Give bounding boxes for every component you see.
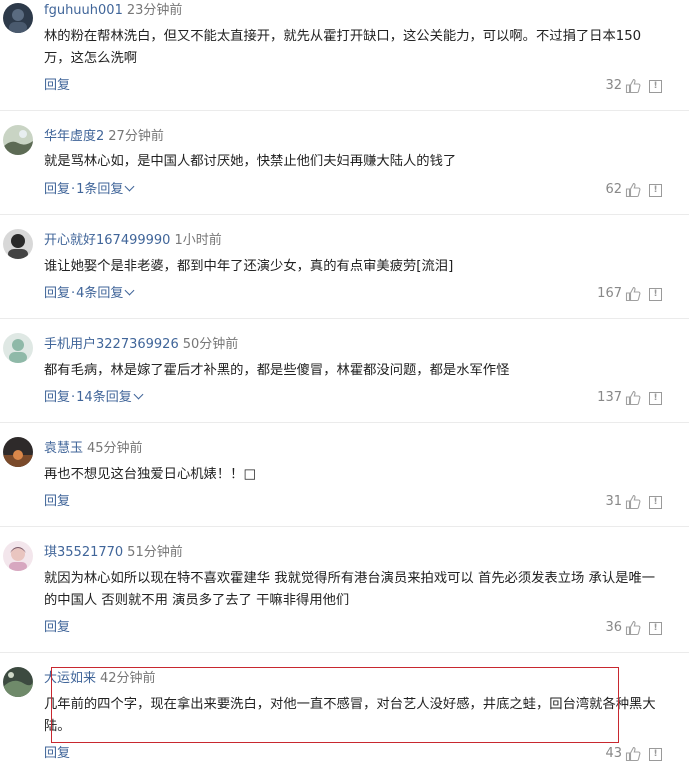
avatar[interactable] <box>3 125 33 155</box>
comment-actions: 回复·1条回复 <box>44 181 135 199</box>
separator-dot: · <box>71 182 76 197</box>
timestamp: 23分钟前 <box>126 3 183 18</box>
username[interactable]: fguhuuh001 <box>44 3 123 18</box>
comment-actions: 回复·14条回复 <box>44 389 144 407</box>
report-icon[interactable]: ! <box>649 622 662 635</box>
report-icon[interactable]: ! <box>649 748 662 761</box>
thumbs-up-icon <box>625 620 641 636</box>
comment-actions: 回复·4条回复 <box>44 285 135 303</box>
report-icon[interactable]: ! <box>649 184 662 197</box>
avatar-image <box>3 229 33 259</box>
avatar-image <box>3 333 33 363</box>
like-count: 167 <box>597 286 622 301</box>
chevron-down-icon <box>124 285 135 296</box>
reply-button[interactable]: 回复 <box>44 494 70 509</box>
reply-button[interactable]: 回复 <box>44 78 70 93</box>
timestamp: 45分钟前 <box>87 441 143 456</box>
comment-text: 就因为林心如所以现在特不喜欢霍建华 我就觉得所有港台演员来拍戏可以 首先必须发表… <box>44 571 656 608</box>
timestamp: 1小时前 <box>174 233 222 248</box>
like-button[interactable]: 167 <box>597 285 641 303</box>
like-count: 31 <box>605 494 622 509</box>
comment-text: 林的粉在帮林洗白，但又不能太直接开，就先从霍打开缺口，这公关能力，可以啊。不过捐… <box>44 29 642 66</box>
comment-meta: 华年虚度2 27分钟前 <box>44 128 164 146</box>
view-replies-button[interactable]: 14条回复 <box>76 390 132 405</box>
timestamp: 50分钟前 <box>182 337 239 352</box>
reply-button[interactable]: 回复 <box>44 746 70 761</box>
username[interactable]: 琪35521770 <box>44 545 123 560</box>
like-count: 62 <box>605 182 622 197</box>
report-icon[interactable]: ! <box>649 80 662 93</box>
divider <box>0 422 689 423</box>
comment-text: 再也不想见这台独爱日心机婊！！□ <box>44 467 257 482</box>
report-icon[interactable]: ! <box>649 392 662 405</box>
like-button[interactable]: 43 <box>605 745 641 763</box>
comment-actions: 回复 <box>44 77 70 95</box>
comment-actions: 回复 <box>44 493 70 511</box>
separator-dot: · <box>71 286 76 301</box>
comment-text: 谁让她娶个是非老婆，都到中年了还演少女，真的有点审美疲劳[流泪] <box>44 259 454 274</box>
report-icon[interactable]: ! <box>649 288 662 301</box>
avatar-image <box>3 3 33 33</box>
highlight-box <box>51 667 619 743</box>
comment-meta: 手机用户3227369926 50分钟前 <box>44 336 238 354</box>
divider <box>0 652 689 653</box>
divider <box>0 214 689 215</box>
avatar-image <box>3 125 33 155</box>
comment-text: 就是骂林心如，是中国人都讨厌她，快禁止他们夫妇再赚大陆人的钱了 <box>44 154 457 169</box>
like-count: 43 <box>605 746 622 761</box>
comment-actions: 回复 <box>44 619 70 637</box>
thumbs-up-icon <box>625 746 641 762</box>
comment-actions: 回复 <box>44 745 70 763</box>
chevron-down-icon <box>124 181 135 192</box>
like-count: 32 <box>605 78 622 93</box>
like-button[interactable]: 31 <box>605 493 641 511</box>
reply-button[interactable]: 回复 <box>44 286 70 301</box>
thumbs-up-icon <box>625 390 641 406</box>
timestamp: 51分钟前 <box>127 545 183 560</box>
avatar[interactable] <box>3 333 33 363</box>
avatar-image <box>3 667 33 697</box>
avatar[interactable] <box>3 229 33 259</box>
comment-meta: fguhuuh001 23分钟前 <box>44 2 182 20</box>
timestamp: 27分钟前 <box>108 129 164 144</box>
comment-meta: 琪35521770 51分钟前 <box>44 544 183 562</box>
like-count: 137 <box>597 390 622 405</box>
like-count: 36 <box>605 620 622 635</box>
comment-text: 都有毛病，林是嫁了霍后才补黑的，都是些傻冒，林霍都没问题，都是水军作怪 <box>44 363 510 378</box>
comment-meta: 开心就好167499990 1小时前 <box>44 232 222 250</box>
comment-meta: 袁慧玉 45分钟前 <box>44 440 143 458</box>
view-replies-button[interactable]: 1条回复 <box>76 182 123 197</box>
divider <box>0 110 689 111</box>
reply-button[interactable]: 回复 <box>44 182 70 197</box>
like-button[interactable]: 32 <box>605 77 641 95</box>
avatar[interactable] <box>3 437 33 467</box>
separator-dot: · <box>71 390 76 405</box>
thumbs-up-icon <box>625 286 641 302</box>
view-replies-button[interactable]: 4条回复 <box>76 286 123 301</box>
username[interactable]: 开心就好167499990 <box>44 233 170 248</box>
report-icon[interactable]: ! <box>649 496 662 509</box>
like-button[interactable]: 36 <box>605 619 641 637</box>
like-button[interactable]: 137 <box>597 389 641 407</box>
thumbs-up-icon <box>625 78 641 94</box>
divider <box>0 526 689 527</box>
reply-button[interactable]: 回复 <box>44 620 70 635</box>
avatar[interactable] <box>3 3 33 33</box>
avatar-image <box>3 437 33 467</box>
thumbs-up-icon <box>625 494 641 510</box>
avatar[interactable] <box>3 667 33 697</box>
reply-button[interactable]: 回复 <box>44 390 70 405</box>
avatar[interactable] <box>3 541 33 571</box>
avatar-image <box>3 541 33 571</box>
like-button[interactable]: 62 <box>605 181 641 199</box>
username[interactable]: 华年虚度2 <box>44 129 104 144</box>
username[interactable]: 手机用户3227369926 <box>44 337 179 352</box>
divider <box>0 318 689 319</box>
username[interactable]: 袁慧玉 <box>44 441 83 456</box>
chevron-down-icon <box>133 389 144 400</box>
thumbs-up-icon <box>625 182 641 198</box>
